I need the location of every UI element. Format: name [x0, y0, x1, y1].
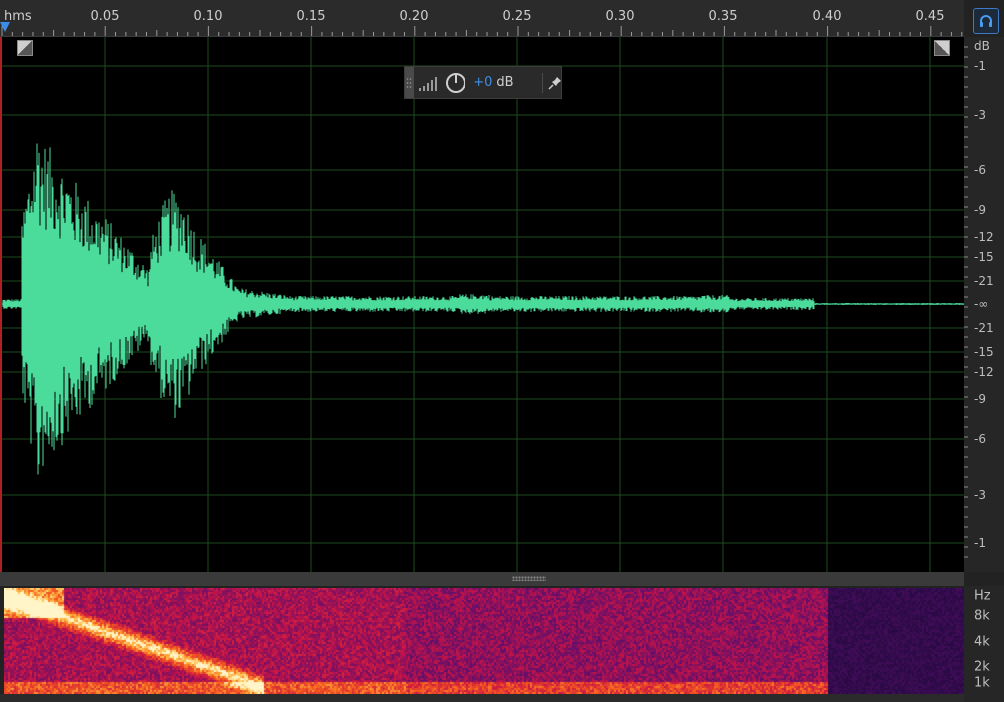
volume-bars-icon: [418, 76, 437, 91]
hz-label: 1k: [974, 675, 990, 691]
db-label: -9: [974, 203, 986, 217]
gain-unit: dB: [496, 75, 514, 90]
db-label: -∞: [974, 297, 989, 311]
db-label: -1: [974, 59, 986, 73]
db-label: -6: [974, 163, 986, 177]
hz-label: 8k: [974, 608, 990, 624]
db-label: -12: [974, 365, 994, 379]
ruler-label: 0.30: [605, 9, 635, 24]
playhead-line: [0, 37, 2, 572]
waveform-graph: [0, 37, 964, 572]
db-label: -21: [974, 274, 994, 288]
gain-hud[interactable]: +0 dB: [404, 66, 562, 99]
waveform-display[interactable]: [0, 37, 964, 572]
divider-grip[interactable]: [512, 576, 546, 581]
bottom-scrollbar[interactable]: [0, 694, 964, 702]
hz-unit: Hz: [974, 588, 991, 604]
db-label: -12: [974, 230, 994, 244]
time-ruler[interactable]: hms 0.05 0.10 0.15 0.20 0.25 0.30 0.35 0…: [0, 0, 964, 37]
panel-resize-divider[interactable]: [0, 572, 964, 586]
ruler-label: 0.10: [193, 9, 223, 24]
ruler-label: 0.25: [502, 9, 532, 24]
db-scale: dB -1 -3 -6 -9 -12 -15 -21 -∞ -21 -15 -1…: [964, 37, 1004, 572]
fade-in-handle[interactable]: [17, 40, 33, 56]
grip-icon: [407, 77, 412, 88]
db-label: -3: [974, 488, 986, 502]
hz-label: 4k: [974, 634, 990, 650]
hud-separator: [541, 72, 543, 93]
db-label: -15: [974, 345, 994, 359]
hz-label: 2k: [974, 659, 990, 675]
headphones-monitor-button[interactable]: [973, 8, 999, 34]
fade-out-handle[interactable]: [934, 40, 950, 56]
db-label: -6: [974, 432, 986, 446]
ruler-label: 0.05: [90, 9, 120, 24]
db-label: -1: [974, 536, 986, 550]
ruler-label: 0.35: [708, 9, 738, 24]
db-unit: dB: [974, 39, 990, 53]
db-label: -15: [974, 250, 994, 264]
ruler-label: 0.40: [812, 9, 842, 24]
power-knob-icon[interactable]: [444, 71, 466, 95]
spectral-frequency-display[interactable]: [4, 588, 964, 694]
db-label: -21: [974, 321, 994, 335]
playhead-handle[interactable]: [0, 22, 10, 32]
hz-scale: Hz 8k 4k 2k 1k: [964, 586, 1004, 702]
headphones-icon: [980, 15, 992, 27]
ruler-label: 0.20: [399, 9, 429, 24]
ruler-label: 0.45: [915, 9, 945, 24]
spectrogram: [4, 588, 964, 694]
pin-icon[interactable]: [548, 76, 561, 90]
db-label: -9: [974, 392, 986, 406]
waveform-path: [2, 143, 964, 475]
db-label: -3: [974, 108, 986, 122]
hud-grip[interactable]: [405, 67, 414, 98]
gain-value[interactable]: +0: [473, 75, 492, 90]
ruler-label: 0.15: [296, 9, 326, 24]
